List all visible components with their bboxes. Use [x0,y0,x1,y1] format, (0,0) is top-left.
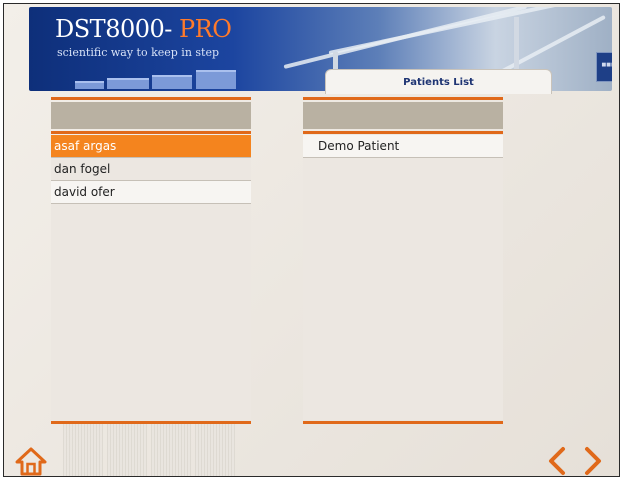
left-list: asaf argas dan fogel david ofer [51,135,251,420]
patients-panel: Demo Patient [303,97,503,424]
home-button[interactable] [14,446,48,476]
tab-patients-list[interactable]: Patients List [325,69,552,94]
panel-accent-bar [303,131,503,134]
chevron-left-icon [549,447,565,475]
panel-header [303,102,503,129]
panel-accent-bar [303,97,503,100]
right-list: Demo Patient [303,135,503,420]
back-button[interactable] [545,445,569,477]
list-item[interactable]: Demo Patient [303,135,503,158]
home-icon [15,447,47,476]
chevron-right-icon [585,447,601,475]
panel-accent-bar [51,97,251,100]
app-frame: DST8000- PRO scientific way to keep in s… [3,3,620,477]
device-logo: ■■■■ [596,52,612,82]
list-item[interactable]: david ofer [51,181,251,204]
brand-accent: PRO [179,15,232,43]
panel-accent-bar [51,131,251,134]
forward-button[interactable] [581,445,605,477]
stair-graphic-2 [107,78,149,89]
stair-graphic-3 [152,75,192,89]
brand-name: DST8000- [55,15,172,43]
therapists-panel: asaf argas dan fogel david ofer [51,97,251,424]
list-item[interactable]: dan fogel [51,158,251,181]
stair-graphic-4 [196,70,236,89]
footer-decoration [63,424,239,476]
brand-tagline: scientific way to keep in step [57,46,220,59]
panel-accent-bar [303,421,503,424]
stair-graphic-1 [75,81,104,89]
list-item[interactable]: asaf argas [51,135,251,158]
panel-header [51,102,251,129]
